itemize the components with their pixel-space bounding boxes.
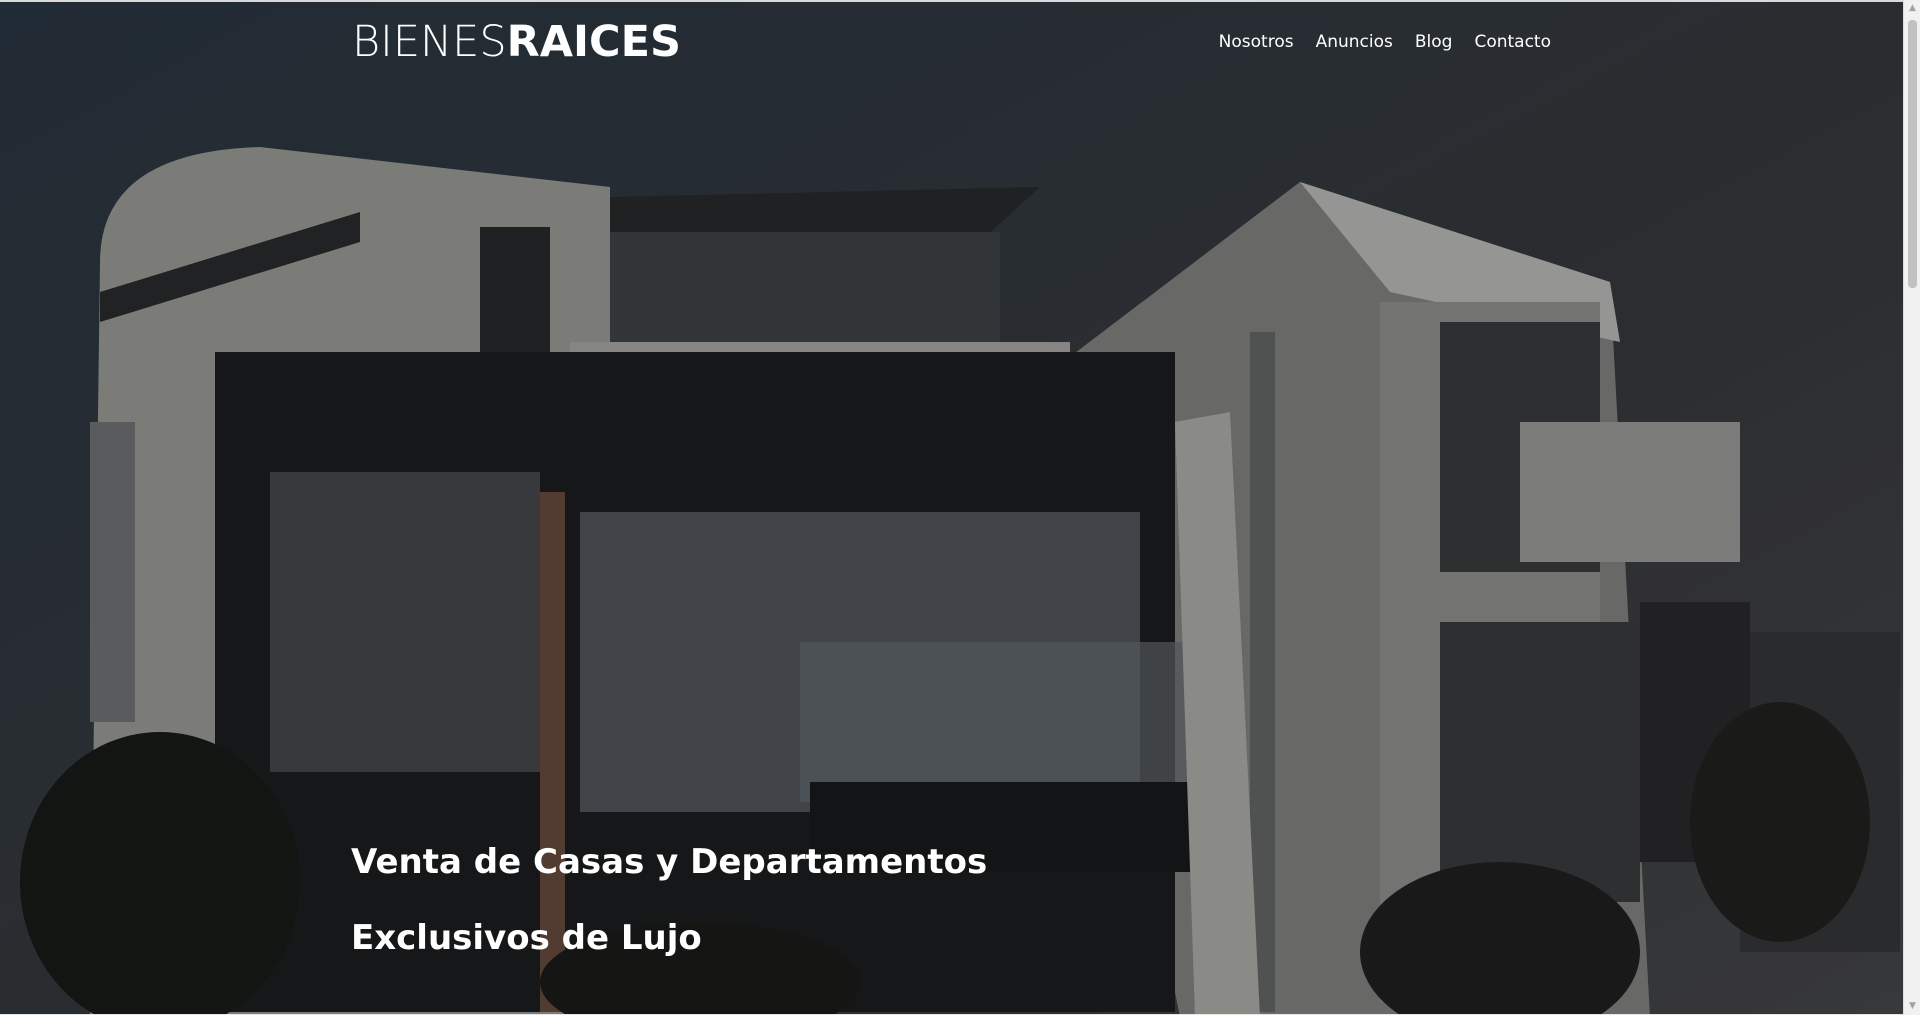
main-nav: Nosotros Anuncios Blog Contacto xyxy=(1219,32,1551,52)
scroll-up-icon[interactable]: ▲ xyxy=(1904,0,1920,17)
hero-title: Venta de Casas y Departamentos Exclusivo… xyxy=(351,842,988,958)
nav-link-anuncios[interactable]: Anuncios xyxy=(1316,32,1393,52)
scroll-down-icon[interactable]: ▼ xyxy=(1904,998,1920,1015)
nav-link-blog[interactable]: Blog xyxy=(1415,32,1453,52)
page-viewport: BIENESRAICES Nosotros Anuncios Blog Cont… xyxy=(0,0,1903,1015)
nav-link-contacto[interactable]: Contacto xyxy=(1474,32,1551,52)
site-header: BIENESRAICES Nosotros Anuncios Blog Cont… xyxy=(0,2,1903,92)
logo-bold-text: RAICES xyxy=(506,17,681,67)
vertical-scrollbar[interactable]: ▲ ▼ xyxy=(1903,0,1920,1015)
nav-link-nosotros[interactable]: Nosotros xyxy=(1219,32,1294,52)
logo-light-text: BIENES xyxy=(352,17,507,67)
scroll-thumb[interactable] xyxy=(1908,20,1917,288)
site-logo[interactable]: BIENESRAICES xyxy=(352,16,681,68)
